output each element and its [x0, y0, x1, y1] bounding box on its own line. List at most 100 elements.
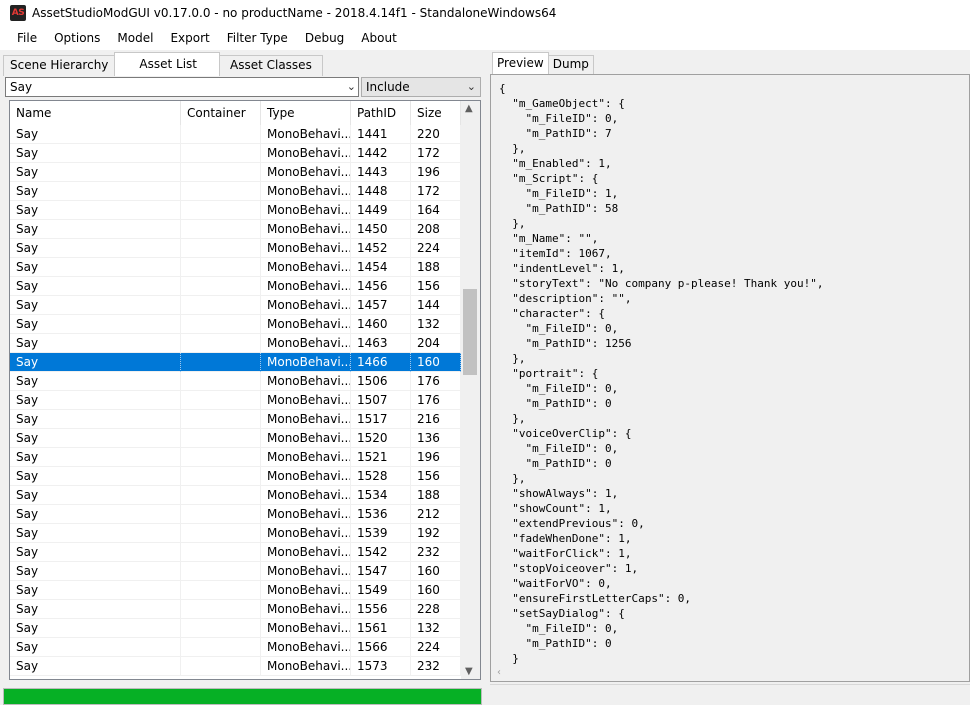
cell-container — [181, 543, 261, 562]
table-row[interactable]: Say MonoBehavi... 1521 196 — [10, 448, 461, 467]
cell-name: Say — [10, 562, 181, 581]
column-header-container[interactable]: Container — [181, 101, 261, 125]
cell-size: 212 — [411, 505, 461, 524]
cell-size: 164 — [411, 201, 461, 220]
preview-line: }, — [499, 352, 526, 365]
scroll-up-icon[interactable]: ▲ — [465, 103, 473, 114]
cell-name: Say — [10, 201, 181, 220]
cell-container — [181, 353, 261, 372]
cell-name: Say — [10, 296, 181, 315]
table-row[interactable]: Say MonoBehavi... 1536 212 — [10, 505, 461, 524]
cell-size: 132 — [411, 619, 461, 638]
cell-container — [181, 334, 261, 353]
column-header-name[interactable]: Name — [10, 101, 181, 125]
cell-name: Say — [10, 277, 181, 296]
cell-name: Say — [10, 410, 181, 429]
cell-container — [181, 315, 261, 334]
cell-name: Say — [10, 581, 181, 600]
panel-splitter[interactable] — [484, 52, 486, 705]
table-row[interactable]: Say MonoBehavi... 1463 204 — [10, 334, 461, 353]
window-title: AssetStudioModGUI v0.17.0.0 - no product… — [32, 6, 557, 20]
table-row[interactable]: Say MonoBehavi... 1456 156 — [10, 277, 461, 296]
cell-size: 188 — [411, 486, 461, 505]
chevron-down-icon[interactable]: ⌄ — [467, 78, 476, 96]
cell-pathid: 1542 — [351, 543, 411, 562]
table-row[interactable]: Say MonoBehavi... 1528 156 — [10, 467, 461, 486]
asset-panel: Scene Hierarchy Asset List Asset Classes… — [3, 52, 482, 680]
table-row[interactable]: Say MonoBehavi... 1566 224 — [10, 638, 461, 657]
menu-filter-type[interactable]: Filter Type — [219, 26, 297, 50]
cell-size: 144 — [411, 296, 461, 315]
preview-hscrollbar[interactable]: ‹ — [491, 667, 969, 681]
tab-asset-classes[interactable]: Asset Classes — [219, 55, 323, 76]
column-header-size[interactable]: Size — [411, 101, 461, 125]
menu-file[interactable]: File — [9, 26, 46, 50]
table-row[interactable]: Say MonoBehavi... 1466 160 — [10, 353, 461, 372]
table-row[interactable]: Say MonoBehavi... 1549 160 — [10, 581, 461, 600]
preview-line: "stopVoiceover": 1, — [499, 562, 639, 575]
filter-mode-select[interactable]: Include ⌄ — [361, 77, 481, 97]
preview-line: "m_Script": { — [499, 172, 599, 185]
table-row[interactable]: Say MonoBehavi... 1443 196 — [10, 163, 461, 182]
table-row[interactable]: Say MonoBehavi... 1442 172 — [10, 144, 461, 163]
table-row[interactable]: Say MonoBehavi... 1556 228 — [10, 600, 461, 619]
cell-name: Say — [10, 657, 181, 676]
cell-size: 188 — [411, 258, 461, 277]
menu-model[interactable]: Model — [109, 26, 162, 50]
table-row[interactable]: Say MonoBehavi... 1448 172 — [10, 182, 461, 201]
table-row[interactable]: Say MonoBehavi... 1457 144 — [10, 296, 461, 315]
preview-text-area[interactable]: { "m_GameObject": { "m_FileID": 0, "m_Pa… — [490, 74, 970, 682]
scroll-down-icon[interactable]: ▼ — [465, 666, 473, 677]
cell-size: 220 — [411, 125, 461, 144]
menu-about[interactable]: About — [353, 26, 405, 50]
preview-line: "showCount": 1, — [499, 502, 612, 515]
preview-status-strip — [490, 684, 970, 705]
table-row[interactable]: Say MonoBehavi... 1573 232 — [10, 657, 461, 676]
column-header-type[interactable]: Type — [261, 101, 351, 125]
table-row[interactable]: Say MonoBehavi... 1520 136 — [10, 429, 461, 448]
cell-container — [181, 657, 261, 676]
cell-size: 176 — [411, 372, 461, 391]
table-row[interactable]: Say MonoBehavi... 1454 188 — [10, 258, 461, 277]
menu-debug[interactable]: Debug — [297, 26, 353, 50]
scroll-left-icon[interactable]: ‹ — [497, 667, 501, 678]
table-row[interactable]: Say MonoBehavi... 1507 176 — [10, 391, 461, 410]
table-scrollbar[interactable]: ▲ ▼ — [461, 101, 480, 679]
tab-preview[interactable]: Preview — [492, 52, 549, 74]
preview-line: "m_PathID": 1256 — [499, 337, 632, 350]
table-row[interactable]: Say MonoBehavi... 1517 216 — [10, 410, 461, 429]
cell-pathid: 1517 — [351, 410, 411, 429]
scrollbar-thumb[interactable] — [463, 289, 477, 375]
table-row[interactable]: Say MonoBehavi... 1561 132 — [10, 619, 461, 638]
cell-size: 176 — [411, 391, 461, 410]
preview-panel: Preview Dump { "m_GameObject": { "m_File… — [488, 52, 970, 705]
menu-options[interactable]: Options — [46, 26, 109, 50]
table-row[interactable]: Say MonoBehavi... 1450 208 — [10, 220, 461, 239]
search-combobox[interactable]: Say ⌄ — [5, 77, 359, 97]
cell-pathid: 1460 — [351, 315, 411, 334]
table-row[interactable]: Say MonoBehavi... 1547 160 — [10, 562, 461, 581]
menu-export[interactable]: Export — [162, 26, 218, 50]
table-row[interactable]: Say MonoBehavi... 1441 220 — [10, 125, 461, 144]
table-row[interactable]: Say MonoBehavi... 1452 224 — [10, 239, 461, 258]
table-row[interactable]: Say MonoBehavi... 1534 188 — [10, 486, 461, 505]
cell-name: Say — [10, 600, 181, 619]
cell-type: MonoBehavi... — [261, 163, 351, 182]
cell-container — [181, 467, 261, 486]
cell-container — [181, 372, 261, 391]
tab-asset-list[interactable]: Asset List — [114, 52, 220, 76]
table-row[interactable]: Say MonoBehavi... 1460 132 — [10, 315, 461, 334]
table-row[interactable]: Say MonoBehavi... 1542 232 — [10, 543, 461, 562]
cell-pathid: 1449 — [351, 201, 411, 220]
chevron-down-icon[interactable]: ⌄ — [347, 78, 356, 96]
tab-scene-hierarchy[interactable]: Scene Hierarchy — [3, 55, 116, 76]
cell-pathid: 1556 — [351, 600, 411, 619]
column-header-pathid[interactable]: PathID — [351, 101, 411, 125]
preview-line: } — [499, 652, 519, 665]
cell-pathid: 1561 — [351, 619, 411, 638]
table-row[interactable]: Say MonoBehavi... 1506 176 — [10, 372, 461, 391]
table-row[interactable]: Say MonoBehavi... 1449 164 — [10, 201, 461, 220]
cell-type: MonoBehavi... — [261, 581, 351, 600]
tab-dump[interactable]: Dump — [547, 55, 594, 74]
table-row[interactable]: Say MonoBehavi... 1539 192 — [10, 524, 461, 543]
